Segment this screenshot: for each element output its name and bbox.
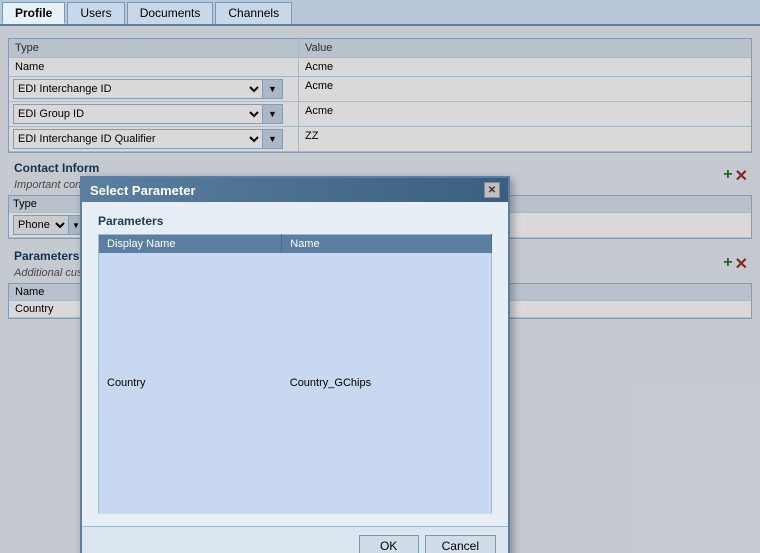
modal-table-row[interactable]: Country Country_GChips [99,253,492,514]
modal-ok-btn[interactable]: OK [359,535,419,553]
modal-footer: OK Cancel [82,526,508,553]
modal-body: Parameters Display Name Name Country Cou… [82,202,508,526]
select-parameter-dialog: Select Parameter ✕ Parameters Display Na… [80,176,510,553]
modal-parameters-table: Display Name Name Country Country_GChips [98,234,492,514]
modal-params-label: Parameters [98,214,492,228]
tab-profile[interactable]: Profile [2,2,65,24]
modal-row-name: Country_GChips [282,253,492,514]
modal-title: Select Parameter [90,183,196,198]
modal-close-btn[interactable]: ✕ [484,182,500,198]
tab-users[interactable]: Users [67,2,124,24]
tab-channels[interactable]: Channels [215,2,292,24]
modal-row-display-name: Country [99,253,282,514]
modal-titlebar: Select Parameter ✕ [82,178,508,202]
modal-overlay: Select Parameter ✕ Parameters Display Na… [0,26,760,553]
main-content: Type Value Name Acme EDI Interchange ID … [0,26,760,553]
modal-cancel-btn[interactable]: Cancel [425,535,496,553]
modal-col-display-name: Display Name [99,235,282,254]
tab-bar: Profile Users Documents Channels [0,0,760,26]
page-wrapper: Profile Users Documents Channels Type Va… [0,0,760,553]
tab-documents[interactable]: Documents [127,2,214,24]
modal-col-name: Name [282,235,492,254]
